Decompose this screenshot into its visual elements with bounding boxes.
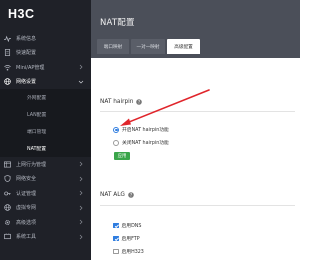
- sidebar-item-label: 网络安全: [16, 176, 37, 183]
- tab-port-mapping[interactable]: 端口映射: [97, 39, 129, 54]
- alg-h323-option[interactable]: 启用H323: [113, 248, 144, 255]
- sidebar-item-label: 系统工具: [16, 234, 37, 241]
- document-icon: [4, 49, 11, 57]
- help-icon[interactable]: ?: [136, 99, 143, 105]
- hairpin-enable-label: 开启NAT hairpin功能: [122, 128, 169, 133]
- chevron-right-icon: [78, 190, 84, 196]
- sidebar-item-system-info[interactable]: 系统信息: [0, 31, 91, 46]
- sidebar-nav: 系统信息 快速配置 Mini/AP管理 网络设置 外网配置 LAN配置 端口管理…: [0, 31, 91, 244]
- hairpin-disable-option[interactable]: 关闭NAT hairpin功能: [113, 139, 169, 146]
- chevron-down-icon: [78, 79, 84, 85]
- apply-button[interactable]: 应用: [114, 152, 130, 160]
- hairpin-enable-radio[interactable]: [113, 126, 119, 133]
- sidebar-item-system-tools[interactable]: 系统工具: [0, 230, 91, 245]
- alg-ftp-checkbox[interactable]: [113, 235, 119, 242]
- alg-h323-label: 启用H323: [121, 250, 144, 255]
- section-divider: [100, 205, 295, 206]
- sidebar-item-vpn[interactable]: 虚拟专网: [0, 201, 91, 216]
- sidebar-item-label: 高级选项: [16, 219, 37, 226]
- wifi-icon: [4, 64, 11, 71]
- help-icon[interactable]: ?: [128, 192, 134, 198]
- hairpin-enable-option[interactable]: 开启NAT hairpin功能: [113, 126, 169, 133]
- chevron-right-icon: [78, 161, 84, 167]
- sidebar-item-network-security[interactable]: 网络安全: [0, 172, 91, 187]
- sidebar-item-label: Mini/AP管理: [16, 64, 45, 71]
- alg-dns-option[interactable]: 启用DNS: [113, 222, 141, 229]
- sidebar-subitem-lan-config[interactable]: LAN配置: [0, 106, 91, 123]
- section-title-text: NAT ALG: [100, 192, 125, 198]
- chevron-right-icon: [78, 234, 84, 240]
- sidebar-item-mini-ap[interactable]: Mini/AP管理: [0, 60, 91, 75]
- nat-alg-title: NAT ALG ?: [100, 192, 134, 198]
- tools-icon: [4, 233, 11, 240]
- shield-icon: [4, 175, 11, 183]
- sidebar: H3C 系统信息 快速配置 Mini/AP管理 网络设置 外网配置 LAN配置 …: [0, 0, 91, 260]
- sidebar-item-label: 快速配置: [16, 50, 37, 57]
- pulse-icon: [4, 35, 11, 42]
- key-icon: [4, 190, 11, 197]
- globe-icon: [4, 204, 11, 211]
- sidebar-item-network-settings[interactable]: 网络设置: [0, 75, 91, 90]
- sidebar-subitem-wan-config[interactable]: 外网配置: [0, 89, 91, 106]
- section-title-text: NAT hairpin: [100, 99, 134, 105]
- grid-icon: [4, 161, 11, 168]
- alg-ftp-option[interactable]: 启用FTP: [113, 235, 140, 242]
- page-title: NAT配置: [100, 18, 135, 28]
- network-settings-submenu: 外网配置 LAN配置 端口管理 NAT配置: [0, 89, 91, 157]
- tab-advanced-config[interactable]: 高级配置: [167, 39, 200, 54]
- gear-icon: [4, 219, 11, 226]
- sidebar-item-quick-config[interactable]: 快速配置: [0, 46, 91, 61]
- hairpin-disable-label: 关闭NAT hairpin功能: [122, 141, 169, 146]
- sidebar-item-internet-behavior[interactable]: 上网行为管理: [0, 157, 91, 172]
- hairpin-disable-radio[interactable]: [113, 139, 119, 146]
- chevron-right-icon: [78, 64, 84, 70]
- sidebar-item-label: 网络设置: [16, 79, 37, 86]
- h3c-logo: H3C: [8, 5, 46, 21]
- page-header: NAT配置 端口映射 一对一映射 高级配置: [91, 0, 300, 58]
- sidebar-subitem-port-management[interactable]: 端口管理: [0, 123, 91, 140]
- tab-bar: 端口映射 一对一映射 高级配置: [97, 39, 200, 54]
- sidebar-subitem-nat-config[interactable]: NAT配置: [0, 140, 91, 157]
- section-divider: [100, 111, 295, 112]
- alg-dns-checkbox[interactable]: [113, 222, 119, 229]
- sidebar-item-label: 上网行为管理: [16, 161, 47, 168]
- nat-hairpin-title: NAT hairpin ?: [100, 99, 143, 105]
- alg-dns-label: 启用DNS: [121, 224, 142, 229]
- chevron-right-icon: [78, 219, 84, 225]
- sidebar-item-label: 虚拟专网: [16, 205, 37, 212]
- chevron-right-icon: [78, 176, 84, 182]
- sidebar-item-label: 系统信息: [16, 35, 37, 42]
- alg-h323-checkbox[interactable]: [113, 248, 119, 255]
- sidebar-item-auth-management[interactable]: 认证管理: [0, 186, 91, 201]
- chevron-right-icon: [78, 205, 84, 211]
- main-content: NAT配置 端口映射 一对一映射 高级配置 NAT hairpin ? 开启NA…: [91, 0, 300, 260]
- sidebar-item-advanced-options[interactable]: 高级选项: [0, 215, 91, 230]
- alg-ftp-label: 启用FTP: [121, 237, 140, 242]
- sidebar-item-label: 认证管理: [16, 190, 37, 197]
- tab-one-to-one-mapping[interactable]: 一对一映射: [131, 39, 165, 54]
- globe-icon: [4, 78, 11, 85]
- logo-text: H3C: [8, 7, 35, 20]
